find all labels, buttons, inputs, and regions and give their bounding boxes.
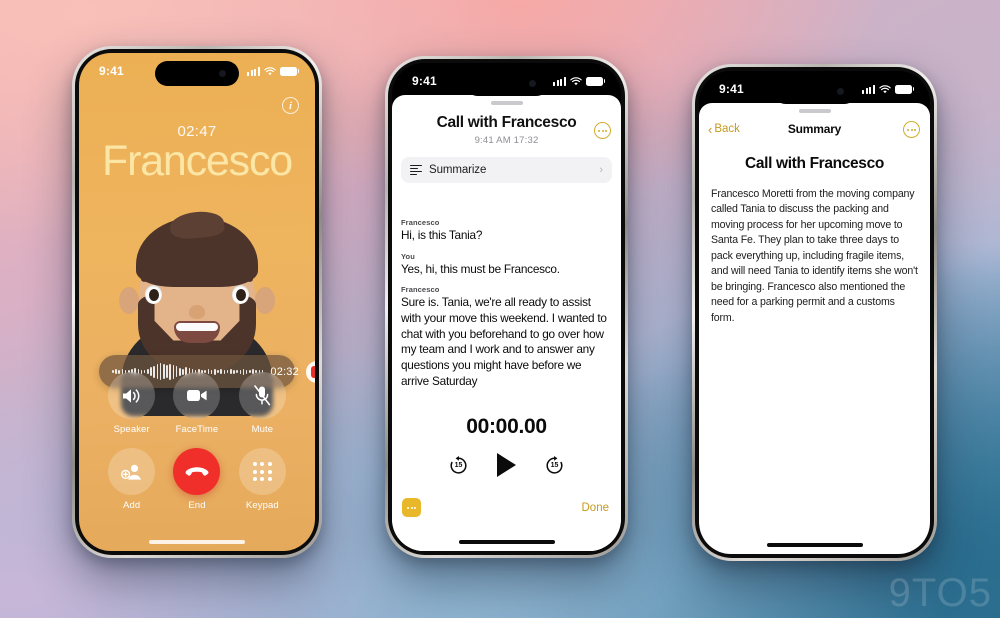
transcript-entry: Francesco Hi, is this Tania? (401, 218, 612, 244)
summarize-button[interactable]: Summarize › (401, 157, 612, 183)
page-title: Call with Francesco (436, 114, 577, 131)
transcript-text: Sure is. Tania, we're all ready to assis… (401, 295, 607, 388)
phone-call-screen: 9:41 i 02:47 Francesco 02:32 Speaker Fac… (72, 46, 322, 558)
site-watermark: 9TO5 (888, 571, 992, 615)
wifi-icon (570, 76, 582, 85)
phone-summary-screen: 9:41 ‹ Back Summary Call with Francesco … (692, 64, 937, 561)
dynamic-island (464, 71, 549, 96)
end-call-button[interactable]: End (173, 448, 221, 511)
control-label: Speaker (113, 424, 150, 435)
summarize-label: Summarize (429, 164, 487, 176)
summary-view: 9:41 ‹ Back Summary Call with Francesco … (699, 71, 930, 554)
status-time: 9:41 (412, 74, 437, 88)
stop-recording-button[interactable] (305, 360, 315, 383)
cellular-bars-icon (862, 84, 875, 94)
home-indicator (458, 540, 555, 544)
transcript-text: Hi, is this Tania? (401, 228, 483, 242)
control-label: FaceTime (175, 424, 219, 435)
chevron-right-icon: › (599, 164, 603, 176)
text-lines-icon (410, 164, 422, 176)
transcript-entry: You Yes, hi, this must be Francesco. (401, 252, 612, 278)
summary-text: Francesco Moretti from the moving compan… (711, 188, 918, 324)
chevron-left-icon: ‹ (708, 121, 713, 137)
video-camera-icon (186, 390, 207, 401)
back-label: Back (714, 123, 740, 135)
keypad-button[interactable]: Keypad (238, 448, 286, 511)
control-label: End (188, 500, 206, 511)
home-indicator (149, 540, 245, 544)
phone2-screen: 9:41 Call with Francesco 9:41 AM 17:32 S… (392, 63, 621, 551)
status-time: 9:41 (99, 64, 124, 78)
dynamic-island (772, 79, 857, 104)
audio-player: 00:00.00 15 15 Done (392, 391, 621, 551)
skip-back-value: 15 (454, 461, 463, 469)
skip-forward-value: 15 (550, 461, 559, 469)
front-camera-icon (836, 88, 844, 95)
facetime-button[interactable]: FaceTime (173, 372, 221, 435)
nav-bar: ‹ Back Summary (699, 113, 930, 145)
more-options-button[interactable] (903, 121, 920, 138)
playback-time: 00:00.00 (466, 415, 547, 438)
add-person-icon (120, 464, 141, 480)
end-call-icon (185, 466, 209, 476)
play-button[interactable] (497, 453, 516, 477)
phone1-screen: 9:41 i 02:47 Francesco 02:32 Speaker Fac… (79, 53, 315, 551)
keypad-icon (253, 462, 272, 481)
summary-sheet: ‹ Back Summary Call with Francesco Franc… (699, 103, 930, 554)
page-title: Call with Francesco (745, 155, 884, 172)
sheet-drag-handle[interactable] (490, 101, 523, 105)
skip-back-15-button[interactable]: 15 (448, 455, 469, 476)
battery-icon (586, 76, 606, 86)
speaker-label: Francesco (401, 218, 440, 227)
call-controls: Speaker FaceTime Mute Add End Keypad (99, 372, 295, 511)
caller-name: Francesco (102, 137, 293, 185)
control-label: Keypad (245, 500, 279, 511)
phone3-screen: 9:41 ‹ Back Summary Call with Francesco … (699, 71, 930, 554)
cellular-bars-icon (247, 66, 260, 76)
battery-icon (280, 66, 300, 76)
speaker-label: Francesco (401, 285, 440, 295)
cellular-bars-icon (553, 76, 566, 86)
front-camera-icon (219, 70, 226, 77)
front-camera-icon (528, 80, 536, 87)
transcript-view: 9:41 Call with Francesco 9:41 AM 17:32 S… (392, 63, 621, 551)
status-time: 9:41 (719, 82, 744, 96)
home-indicator (766, 543, 863, 547)
add-call-button[interactable]: Add (108, 448, 156, 511)
wifi-icon (264, 66, 276, 75)
call-timestamp: 9:41 AM 17:32 (474, 135, 539, 146)
microphone-muted-icon (254, 385, 271, 406)
battery-icon (895, 84, 915, 94)
dynamic-island (155, 61, 239, 86)
control-label: Mute (251, 424, 274, 435)
done-button[interactable]: Done (582, 502, 610, 514)
transcript-text: Yes, hi, this must be Francesco. (401, 261, 560, 276)
transcript-entry: Francesco Sure is. Tania, we're all read… (401, 285, 612, 389)
phone-transcript-screen: 9:41 Call with Francesco 9:41 AM 17:32 S… (385, 56, 628, 558)
skip-forward-15-button[interactable]: 15 (544, 455, 565, 476)
wifi-icon (879, 84, 891, 93)
speaker-button[interactable]: Speaker (108, 372, 156, 435)
nav-title: Summary (787, 122, 842, 136)
more-options-button[interactable] (594, 122, 611, 139)
transcript-icon[interactable] (402, 498, 421, 517)
mute-button[interactable]: Mute (238, 372, 286, 435)
call-info-button[interactable]: i (282, 97, 299, 114)
transcript-sheet: Call with Francesco 9:41 AM 17:32 Summar… (392, 95, 621, 551)
control-label: Add (123, 500, 141, 511)
speaker-icon (122, 388, 140, 403)
speaker-label: You (401, 251, 415, 261)
active-call-view: 9:41 i 02:47 Francesco 02:32 Speaker Fac… (79, 53, 315, 551)
back-button[interactable]: ‹ Back (708, 123, 740, 136)
